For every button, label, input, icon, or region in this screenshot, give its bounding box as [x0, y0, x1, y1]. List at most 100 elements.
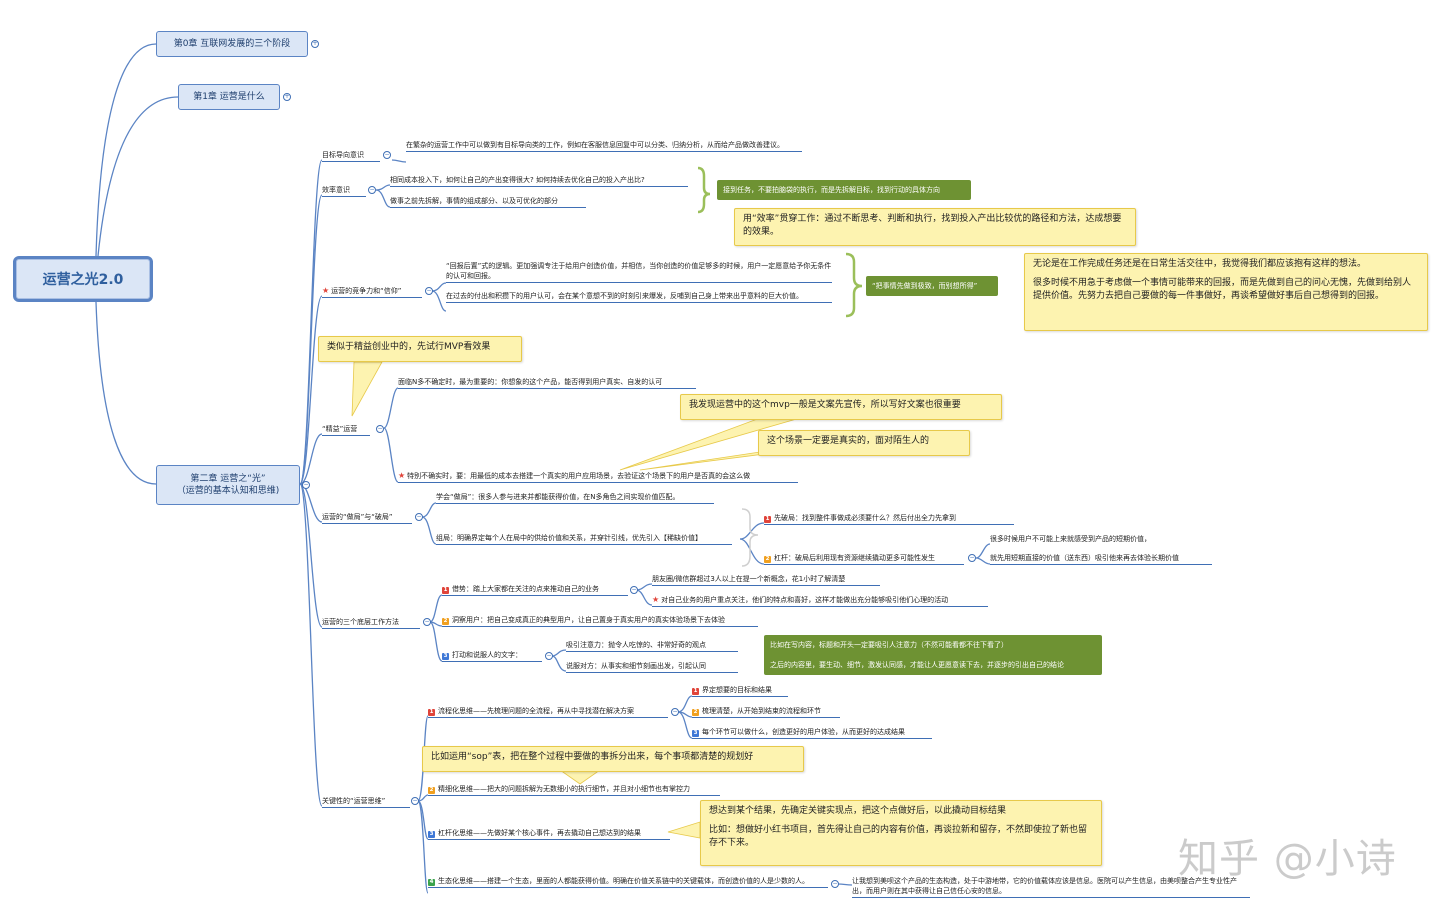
base-item-1b: ★ 对自己业务的用户重点关注，他们的特点和喜好，这样才能做出充分能够吸引他们心理的…: [652, 595, 988, 607]
thinking-lever: 3 杠杆化思维——先做好某个核心事件，再去撬动自己想达到的结果: [428, 828, 670, 840]
thinking-flow-2-text: 梳理清楚，从开始到结束的流程和环节: [702, 707, 821, 715]
collapse-toggle-eco[interactable]: −: [831, 880, 839, 888]
chapter-2-subtitle: （运营的基本认知和思维): [176, 486, 280, 496]
collapse-toggle-game[interactable]: −: [415, 513, 423, 521]
base-green-note-1: 比如在写内容，标题和开头一定要吸引人注意力（不然可能看都不往下看了）: [770, 641, 1008, 649]
collapse-toggle-writing[interactable]: −: [545, 652, 553, 660]
collapse-toggle-faith[interactable]: −: [425, 287, 433, 295]
thinking-flow-3: 3 每个环节可以做什么，创造更好的用户体验，从而更好的达成结果: [692, 727, 932, 739]
lever-note-paragraph-2: 比如：想做好小红书项目，首先得让自己的内容有价值，再谈拉新和留存，不然即使拉了新…: [709, 825, 1088, 848]
collapse-toggle-borrow[interactable]: −: [630, 586, 638, 594]
collapse-toggle-lean[interactable]: −: [376, 425, 384, 433]
connector-lines: [95, 43, 991, 894]
priority-3-icon: 3: [692, 730, 699, 737]
chapter-0-node[interactable]: 第0章 互联网发展的三个阶段: [156, 31, 308, 57]
game-sub-1-text: 先破局：找到整件事做成必须要什么？然后付出全力先拿到: [774, 514, 956, 522]
game-item-1: 学会“做局”：很多人参与进来并都能获得价值，在N多角色之间实现价值匹配。: [436, 492, 714, 504]
collapse-toggle-thinking[interactable]: −: [411, 797, 419, 805]
collapse-toggle-lever[interactable]: −: [968, 554, 976, 562]
expand-toggle-chapter-0[interactable]: +: [311, 40, 319, 48]
priority-1-icon: 1: [692, 688, 699, 695]
thinking-lever-note: 想达到某个结果，先确定关键实现点，把这个点做好后，以此撬动目标结果 比如：想做好…: [700, 800, 1102, 866]
chapter-2-node[interactable]: 第二章 运营之“光” （运营的基本认知和思维): [156, 465, 300, 505]
base-item-3: 3 打动和说服人的文字：: [442, 650, 542, 662]
base-item-1a: 朋友圈/微信群超过3人以上在提一个新概念，花1小时了解清楚: [652, 574, 880, 586]
thinking-flow-1-text: 界定想要的目标和结果: [702, 686, 772, 694]
topic-faith-text: 运营的竞争力和“信仰”: [331, 287, 402, 295]
topic-thinking-label[interactable]: 关键性的“运营思维”: [322, 796, 410, 808]
topic-base-label[interactable]: 运营的三个底层工作方法: [322, 617, 420, 629]
thinking-eco: 4 生态化思维——搭建一个生态，里面的人都能获得价值。明确在价值关系链中的关键载体…: [428, 876, 828, 888]
efficiency-green-note: 接到任务，不要拍脑袋的执行，而是先拆解目标，找到行动的具体方向: [717, 180, 971, 200]
faith-item-1: “回报后置”式的逻辑。更加强调专注于给用户创造价值，并相信，当你创造的价值足够多…: [446, 261, 832, 283]
faith-item-2: 在过去的付出和积攒下的用户认可，会在某个意想不到的时刻引来爆发，反哺到自己身上带…: [446, 291, 832, 303]
priority-3-icon: 3: [442, 653, 449, 660]
faith-green-note: “把事情先做到极致，而别想所得”: [866, 276, 998, 296]
priority-2-icon: 2: [442, 618, 449, 625]
star-icon: ★: [652, 595, 660, 604]
thinking-sop-note: 比如运用“sop”表，把在整个过程中要做的事拆分出来，每个事项都清楚的规划好: [422, 746, 804, 772]
faith-yellow-note: 无论是在工作完成任务还是在日常生活交往中，我觉得我们都应该抱有这样的想法。 很多…: [1024, 253, 1428, 331]
faith-note-paragraph-2: 很多时候不用急于考虑做一个事情可能带来的回报，而是先做到自己的问心无愧，先做到给…: [1033, 278, 1412, 301]
collapse-toggle-flow[interactable]: −: [671, 708, 679, 716]
star-icon: ★: [322, 286, 330, 295]
star-icon: ★: [398, 471, 406, 480]
topic-lean-label[interactable]: “精益”运营: [322, 424, 370, 436]
priority-4-icon: 4: [428, 879, 435, 886]
goal-detail: 在繁杂的运营工作中可以做到有目标导向类的工作，例如在客服信息回复中可以分类、归纳…: [406, 140, 802, 152]
efficiency-item-2: 做事之前先拆解，事情的组成部分、以及可优化的部分: [390, 196, 586, 208]
zhihu-watermark: 知乎 @小诗: [1178, 836, 1397, 882]
lean-item-1: 面临N多不确定时，最为重要的：你想象的这个产品，能否得到用户真实、自发的认可: [398, 377, 696, 389]
priority-1-icon: 1: [442, 587, 449, 594]
thinking-lever-text: 杠杆化思维——先做好某个核心事件，再去撬动自己想达到的结果: [438, 829, 641, 837]
base-item-2: 2 洞察用户：把自己变成真正的典型用户，让自己置身于真实用户的真实体验场景下去体验: [442, 615, 758, 627]
thinking-flow: 1 流程化思维——先梳理问题的全流程，再从中寻找潜在解决方案: [428, 706, 668, 718]
chapter-2-title: 第二章 运营之“光”: [190, 474, 266, 484]
thinking-fine-text: 精细化思维——把大的问题拆解为无数细小的执行细节，并且对小细节也有掌控力: [438, 785, 690, 793]
chapter-1-node[interactable]: 第1章 运营是什么: [178, 84, 280, 110]
priority-1-icon: 1: [764, 516, 771, 523]
thinking-flow-text: 流程化思维——先梳理问题的全流程，再从中寻找潜在解决方案: [438, 707, 634, 715]
base-item-1b-text: 对自己业务的用户重点关注，他们的特点和喜好，这样才能做出充分能够吸引他们心理的活…: [661, 596, 949, 604]
lean-copy-note: 我发现运营中的这个mvp一般是文案先宣传，所以写好文案也很重要: [680, 394, 1002, 420]
collapse-toggle-goal[interactable]: −: [383, 151, 391, 159]
topic-faith-label[interactable]: ★ 运营的竞争力和“信仰”: [322, 286, 422, 298]
thinking-flow-1: 1 界定想要的目标和结果: [692, 685, 788, 697]
expand-toggle-chapter-1[interactable]: +: [283, 93, 291, 101]
game-sub-2-text: 杠杆：破局后利用现有资源继续撬动更多可能性发生: [774, 554, 935, 562]
base-item-3b: 说服对方：从事实和细节刻画出发，引起认同: [566, 661, 738, 673]
thinking-flow-2: 2 梳理清楚，从开始到结束的流程和环节: [692, 706, 840, 718]
priority-2-icon: 2: [692, 709, 699, 716]
topic-goal-label[interactable]: 目标导向意识: [322, 150, 380, 162]
lean-item-2: ★ 特别不确实时，要：用最低的成本去搭建一个真实的用户应用场景，去验证这个场景下的…: [398, 471, 798, 483]
game-sub-2b: 就先用短期直接的价值（送东西）吸引他来再去体验长期价值: [990, 553, 1212, 565]
lever-note-paragraph-1: 想达到某个结果，先确定关键实现点，把这个点做好后，以此撬动目标结果: [709, 806, 1007, 816]
topic-game-label[interactable]: 运营的“做局”与“破局”: [322, 512, 412, 524]
base-item-2-text: 洞察用户：把自己变成真正的典型用户，让自己置身于真实用户的真实体验场景下去体验: [452, 616, 725, 624]
base-item-3a: 吸引注意力：抛令人吃惊的、非常好奇的观点: [566, 640, 738, 652]
collapse-toggle-efficiency[interactable]: −: [368, 186, 376, 194]
thinking-flow-3-text: 每个环节可以做什么，创造更好的用户体验，从而更好的达成结果: [702, 728, 905, 736]
topic-efficiency-label[interactable]: 效率意识: [322, 185, 366, 197]
base-item-3-text: 打动和说服人的文字：: [452, 651, 522, 659]
base-item-1-text: 借势：踏上大家都在关注的点来推动自己的业务: [452, 585, 599, 593]
priority-1-icon: 1: [428, 709, 435, 716]
base-green-note: 比如在写内容，标题和开头一定要吸引人注意力（不然可能看都不往下看了） 之后的内容…: [764, 635, 1102, 675]
faith-note-paragraph-1: 无论是在工作完成任务还是在日常生活交往中，我觉得我们都应该抱有这样的想法。: [1033, 259, 1367, 269]
efficiency-item-1: 相同成本投入下，如何让自己的产出变得很大? 如何持续去优化自己的投入产出比?: [390, 175, 688, 187]
game-sub-2: 2 杠杆：破局后利用现有资源继续撬动更多可能性发生: [764, 553, 964, 565]
lean-item-2-text: 特别不确实时，要：用最低的成本去搭建一个真实的用户应用场景，去验证这个场景下的用…: [407, 472, 751, 480]
base-item-1: 1 借势：踏上大家都在关注的点来推动自己的业务: [442, 584, 628, 596]
thinking-fine: 2 精细化思维——把大的问题拆解为无数细小的执行细节，并且对小细节也有掌控力: [428, 784, 720, 796]
root-topic[interactable]: 运营之光2.0: [13, 256, 153, 302]
lean-scene-note: 这个场景一定要是真实的，面对陌生人的: [758, 430, 970, 456]
collapse-toggle-base[interactable]: −: [423, 618, 431, 626]
base-green-note-2: 之后的内容里，要生动、细节，激发认同感，才能让人更愿意读下去，并逐步的引出自己的…: [770, 661, 1064, 669]
priority-2-icon: 2: [764, 556, 771, 563]
collapse-toggle-chapter-2[interactable]: −: [302, 481, 310, 489]
priority-2-icon: 2: [428, 787, 435, 794]
game-sub-2a: 很多时候用户不可能上来就感受到产品的短期价值，: [990, 535, 1151, 543]
game-item-2: 组局：明确界定每个人在局中的供给价值和关系，并穿针引线，优先引入【稀缺价值】: [436, 533, 732, 545]
priority-3-icon: 3: [428, 831, 435, 838]
efficiency-yellow-note: 用“效率”贯穿工作：通过不断思考、判断和执行，找到投入产出比较优的路径和方法，达…: [734, 208, 1136, 246]
